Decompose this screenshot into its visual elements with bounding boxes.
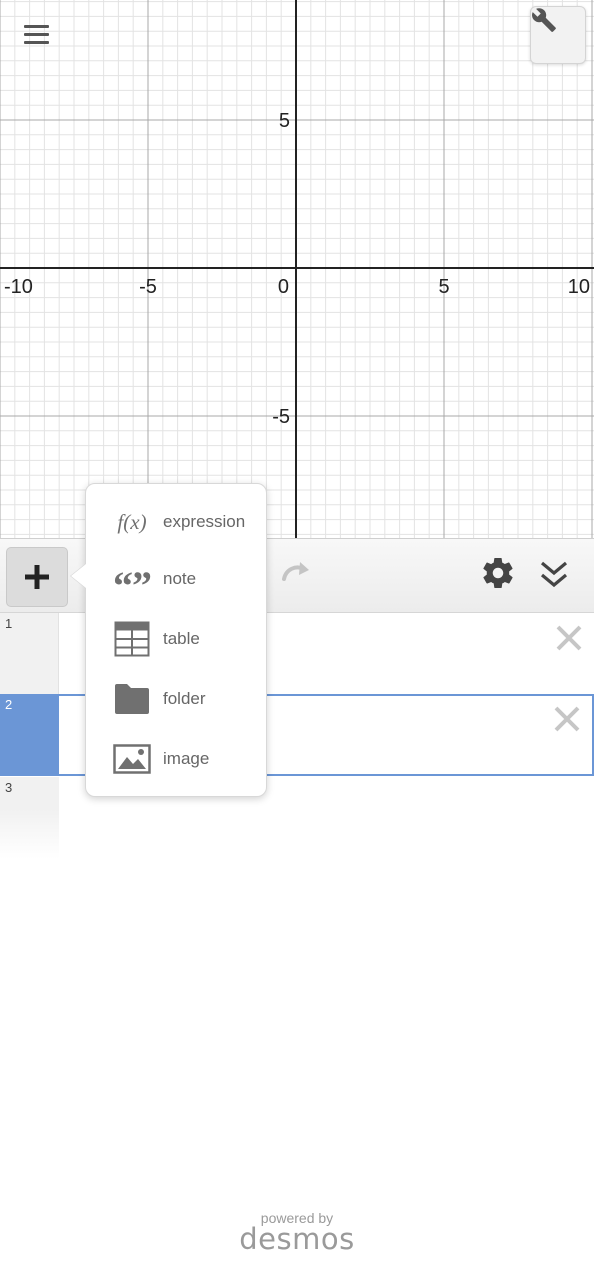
table-icon [112,619,152,659]
plus-icon [25,565,49,589]
redo-icon [282,562,309,581]
menu-item-label: folder [163,689,206,708]
expression-index: 1 [5,616,13,631]
graph-canvas[interactable]: -10 -5 0 5 10 5 -5 [0,0,594,538]
graph-grid: -10 -5 0 5 10 5 -5 [0,0,594,538]
menu-item-note[interactable]: “” note [86,549,268,609]
expression-index: 3 [5,780,13,795]
quote-icon: “” [113,563,152,608]
x-tick-label: 10 [568,276,590,298]
expression-gutter[interactable]: 1 [0,613,59,695]
redo-button[interactable] [278,557,318,591]
x-tick-label: 0 [278,276,289,298]
y-tick-label: -5 [272,406,290,428]
hamburger-menu-button[interactable] [14,14,58,54]
x-tick-label: -10 [4,276,33,298]
expression-gutter[interactable]: 3 [0,777,59,859]
menu-item-folder[interactable]: folder [86,669,268,729]
wrench-icon [532,8,556,32]
menu-item-label: image [163,749,210,768]
double-chevron-down-icon [540,561,568,588]
menu-item-label: note [163,569,197,588]
desmos-logo[interactable]: desmos [0,1222,594,1256]
close-icon [554,706,580,732]
x-tick-label: -5 [139,276,157,298]
expression-gutter[interactable]: 2 [0,694,59,776]
graph-settings-button[interactable] [530,6,586,64]
delete-expression-button[interactable] [552,704,582,734]
settings-button[interactable] [480,555,516,591]
menu-item-expression[interactable]: f(x) expression [86,492,268,552]
y-tick-label: 5 [279,110,290,132]
menu-pointer [71,564,86,588]
gear-icon [483,558,513,589]
expression-index: 2 [5,697,13,712]
x-tick-label: 5 [438,276,449,298]
menu-item-table[interactable]: table [86,609,268,669]
add-item-button[interactable] [6,547,68,607]
menu-item-label: table [163,629,200,648]
close-icon [556,625,582,651]
collapse-list-button[interactable] [534,555,574,595]
menu-item-image[interactable]: image [86,729,268,789]
fx-icon: f(x) [117,509,147,534]
add-item-menu: f(x) expression “” note table folder ima… [85,483,267,797]
delete-expression-button[interactable] [554,623,584,653]
menu-item-label: expression [163,512,246,531]
hamburger-menu-icon [23,24,49,28]
folder-icon [112,679,152,719]
image-icon [112,739,152,779]
